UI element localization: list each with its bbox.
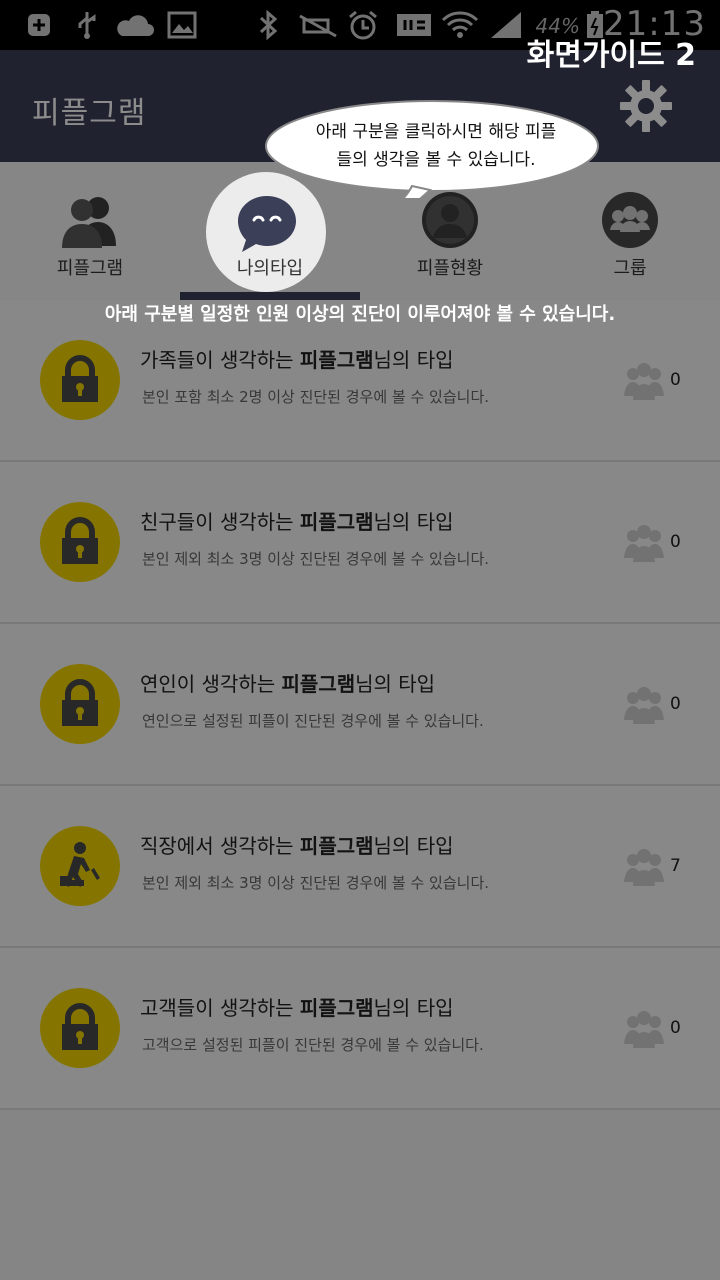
wifi-icon [440, 10, 480, 40]
data-sync-icon [394, 10, 434, 40]
lock-icon [40, 340, 120, 420]
app-title: 피플그램 [32, 96, 147, 131]
tab-label: 피플그램 [56, 258, 124, 279]
mute-icon [296, 10, 340, 40]
group-icon [602, 192, 658, 248]
bluetooth-icon [254, 10, 282, 40]
guide-note: 아래 구분별 일정한 인원 이상의 진단이 이루어져야 볼 수 있습니다. [104, 304, 616, 325]
list-item-customers[interactable]: 고객들이 생각하는 피플그램님의 타입 고객으로 설정된 피플이 진단된 경우에… [0, 948, 720, 1110]
image-icon [166, 10, 198, 40]
tab-peoplegram[interactable]: 피플그램 [0, 162, 180, 300]
people-count-icon [624, 363, 664, 400]
tab-label: 피플현황 [416, 258, 484, 279]
signal-icon [488, 10, 524, 40]
row-title: 연인이 생각하는 피플그램님의 타입 [140, 672, 436, 696]
lock-icon [40, 502, 120, 582]
row-subtitle: 본인 제외 최소 3명 이상 진단된 경우에 볼 수 있습니다. [142, 550, 490, 568]
people-count-icon [624, 849, 664, 886]
lock-icon [40, 664, 120, 744]
people-count: 7 [670, 856, 681, 876]
row-subtitle: 본인 포함 최소 2명 이상 진단된 경우에 볼 수 있습니다. [142, 388, 490, 406]
row-subtitle: 고객으로 설정된 피플이 진단된 경우에 볼 수 있습니다. [142, 1036, 484, 1054]
people-count: 0 [670, 532, 681, 552]
people-count: 0 [670, 370, 681, 390]
cloud-icon [114, 10, 154, 40]
people-count: 0 [670, 1018, 681, 1038]
bubble-line-2: 들의 생각을 볼 수 있습니다. [336, 150, 536, 170]
tab-label: 그룹 [613, 258, 647, 279]
speech-bubble-text: 아래 구분을 클릭하시면 해당 피플 들의 생각을 볼 수 있습니다. [282, 118, 590, 174]
people-count: 0 [670, 694, 681, 714]
list-item-friends[interactable]: 친구들이 생각하는 피플그램님의 타입 본인 제외 최소 3명 이상 진단된 경… [0, 462, 720, 624]
row-title: 친구들이 생각하는 피플그램님의 타입 [140, 510, 454, 534]
row-title: 가족들이 생각하는 피플그램님의 타입 [140, 348, 454, 372]
people-count-icon [624, 687, 664, 724]
chat-face-icon [238, 196, 296, 252]
row-subtitle: 본인 제외 최소 3명 이상 진단된 경우에 볼 수 있습니다. [142, 874, 490, 892]
list-item-workplace[interactable]: 직장에서 생각하는 피플그램님의 타입 본인 제외 최소 3명 이상 진단된 경… [0, 786, 720, 948]
add-icon [24, 10, 54, 40]
settings-button[interactable] [618, 78, 674, 134]
lock-icon [40, 988, 120, 1068]
guide-title: 화면가이드 2 [526, 38, 696, 73]
usb-icon [72, 10, 102, 40]
row-subtitle: 연인으로 설정된 피플이 진단된 경우에 볼 수 있습니다. [142, 712, 484, 730]
highlighted-tab-label: 나의타입 [236, 258, 304, 279]
row-title: 직장에서 생각하는 피플그램님의 타입 [140, 834, 454, 858]
row-title: 고객들이 생각하는 피플그램님의 타입 [140, 996, 454, 1020]
person-icon [422, 192, 478, 248]
alarm-icon [346, 10, 380, 40]
bubble-line-1: 아래 구분을 클릭하시면 해당 피플 [315, 122, 557, 142]
people-icon [62, 197, 116, 248]
list-item-lover[interactable]: 연인이 생각하는 피플그램님의 타입 연인으로 설정된 피플이 진단된 경우에 … [0, 624, 720, 786]
people-count-icon [624, 525, 664, 562]
people-count-icon [624, 1011, 664, 1048]
gear-icon [620, 80, 672, 132]
construction-icon [40, 826, 120, 906]
tab-indicator [180, 292, 360, 300]
